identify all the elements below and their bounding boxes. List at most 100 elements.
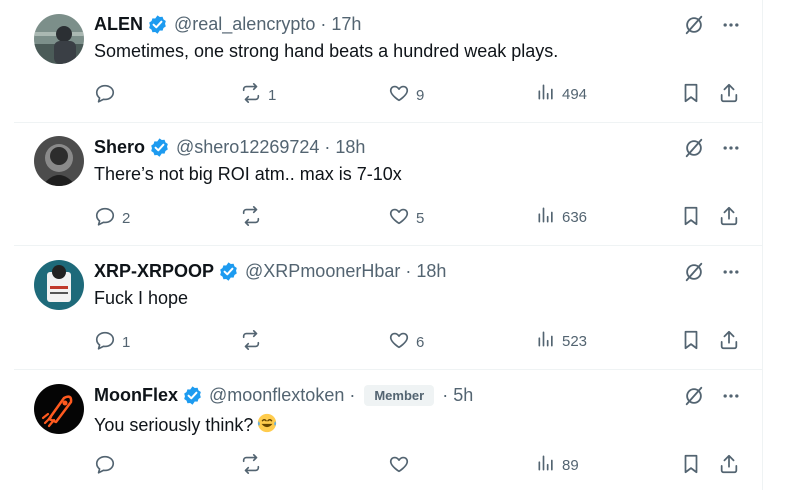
avatar[interactable]: [34, 14, 84, 64]
view-count: 494: [562, 85, 588, 103]
user-handle[interactable]: @shero12269724: [176, 137, 319, 158]
like-button[interactable]: [388, 453, 416, 479]
grok-icon[interactable]: [683, 137, 705, 164]
bookmark-button[interactable]: [680, 205, 702, 231]
repost-icon: [240, 205, 262, 231]
repost-button[interactable]: [240, 453, 268, 479]
avatar[interactable]: [34, 260, 84, 310]
more-icon[interactable]: [721, 138, 741, 163]
separator-dot: ·: [442, 384, 449, 405]
repost-button[interactable]: 1: [240, 82, 276, 108]
repost-icon: [240, 82, 262, 108]
like-icon: [388, 205, 410, 231]
reply-count: 1: [122, 333, 131, 351]
display-name[interactable]: Shero: [94, 137, 145, 158]
reply-button[interactable]: 1: [94, 329, 130, 355]
tweet-header: Shero @shero12269724 · 18h: [94, 135, 365, 159]
views-icon: [536, 329, 556, 353]
share-icon: [718, 205, 740, 231]
view-count: 89: [562, 456, 579, 474]
verified-badge-icon: [182, 385, 203, 406]
tweet-top-actions: [683, 137, 741, 164]
like-button[interactable]: 9: [388, 82, 424, 108]
verified-badge-icon: [218, 261, 239, 282]
like-icon: [388, 453, 410, 479]
display-name[interactable]: XRP-XRPOOP: [94, 261, 214, 282]
tweet[interactable]: MoonFlex @moonflextoken · Member · 5h Yo…: [14, 371, 763, 494]
avatar[interactable]: [34, 136, 84, 186]
user-handle[interactable]: @moonflextoken: [209, 385, 344, 406]
views-button[interactable]: 89: [536, 453, 579, 477]
user-handle[interactable]: @real_alencrypto: [174, 14, 315, 35]
grok-icon[interactable]: [683, 385, 705, 412]
tweet-text: There’s not big ROI atm.. max is 7-10x: [94, 164, 402, 184]
tweet-top-actions: [683, 261, 741, 288]
views-icon: [536, 453, 556, 477]
more-icon[interactable]: [721, 386, 741, 411]
verified-badge-icon: [147, 14, 168, 35]
timestamp[interactable]: 17h: [331, 14, 361, 35]
share-icon: [718, 82, 740, 108]
separator-dot: ·: [405, 260, 412, 281]
like-count: 5: [416, 209, 425, 227]
reply-icon: [94, 82, 116, 108]
share-button[interactable]: [718, 453, 740, 479]
share-icon: [718, 329, 740, 355]
timestamp[interactable]: 18h: [335, 137, 365, 158]
display-name[interactable]: ALEN: [94, 14, 143, 35]
laughing-tears-emoji-icon: [256, 412, 278, 439]
share-button[interactable]: [718, 205, 740, 231]
repost-icon: [240, 329, 262, 355]
reply-button[interactable]: [94, 453, 122, 479]
separator-dot: ·: [349, 384, 356, 405]
views-button[interactable]: 494: [536, 82, 587, 106]
bookmark-icon: [680, 82, 702, 108]
user-handle[interactable]: @XRPmoonerHbar: [245, 261, 400, 282]
like-count: 9: [416, 86, 425, 104]
like-button[interactable]: 6: [388, 329, 424, 355]
tweet[interactable]: ALEN @real_alencrypto · 17h Sometimes, o…: [14, 0, 763, 123]
tweet-header: MoonFlex @moonflextoken · Member · 5h: [94, 383, 473, 407]
share-button[interactable]: [718, 82, 740, 108]
bookmark-icon: [680, 453, 702, 479]
more-icon[interactable]: [721, 262, 741, 287]
share-button[interactable]: [718, 329, 740, 355]
repost-button[interactable]: [240, 205, 268, 231]
reply-button[interactable]: [94, 82, 122, 108]
tweet-text: Fuck I hope: [94, 288, 189, 308]
bookmark-icon: [680, 329, 702, 355]
more-icon[interactable]: [721, 15, 741, 40]
grok-icon[interactable]: [683, 14, 705, 41]
timestamp[interactable]: 5h: [453, 385, 473, 406]
repost-button[interactable]: [240, 329, 268, 355]
timestamp[interactable]: 18h: [416, 261, 446, 282]
tweet[interactable]: Shero @shero12269724 · 18h There’s not b…: [14, 123, 763, 246]
tweet-header: ALEN @real_alencrypto · 17h: [94, 12, 361, 36]
repost-count: 1: [268, 86, 277, 104]
grok-icon[interactable]: [683, 261, 705, 288]
tweet-text: Sometimes, one strong hand beats a hundr…: [94, 41, 559, 61]
bookmark-button[interactable]: [680, 329, 702, 355]
bookmark-button[interactable]: [680, 82, 702, 108]
tweet-header: XRP-XRPOOP @XRPmoonerHbar · 18h: [94, 259, 446, 283]
replies-feed: ALEN @real_alencrypto · 17h Sometimes, o…: [14, 0, 763, 490]
avatar[interactable]: [34, 384, 84, 434]
views-icon: [536, 205, 556, 229]
reply-count: 2: [122, 209, 131, 227]
like-count: 6: [416, 333, 425, 351]
reply-icon: [94, 205, 116, 231]
member-badge[interactable]: Member: [364, 384, 435, 406]
share-icon: [718, 453, 740, 479]
tweet-top-actions: [683, 385, 741, 412]
view-count: 636: [562, 208, 588, 226]
like-button[interactable]: 5: [388, 205, 424, 231]
tweet[interactable]: XRP-XRPOOP @XRPmoonerHbar · 18h Fuck I h…: [14, 247, 763, 370]
display-name[interactable]: MoonFlex: [94, 385, 178, 406]
views-button[interactable]: 523: [536, 329, 587, 353]
separator-dot: ·: [324, 136, 331, 157]
bookmark-button[interactable]: [680, 453, 702, 479]
views-button[interactable]: 636: [536, 205, 587, 229]
like-icon: [388, 329, 410, 355]
reply-button[interactable]: 2: [94, 205, 130, 231]
reply-icon: [94, 453, 116, 479]
